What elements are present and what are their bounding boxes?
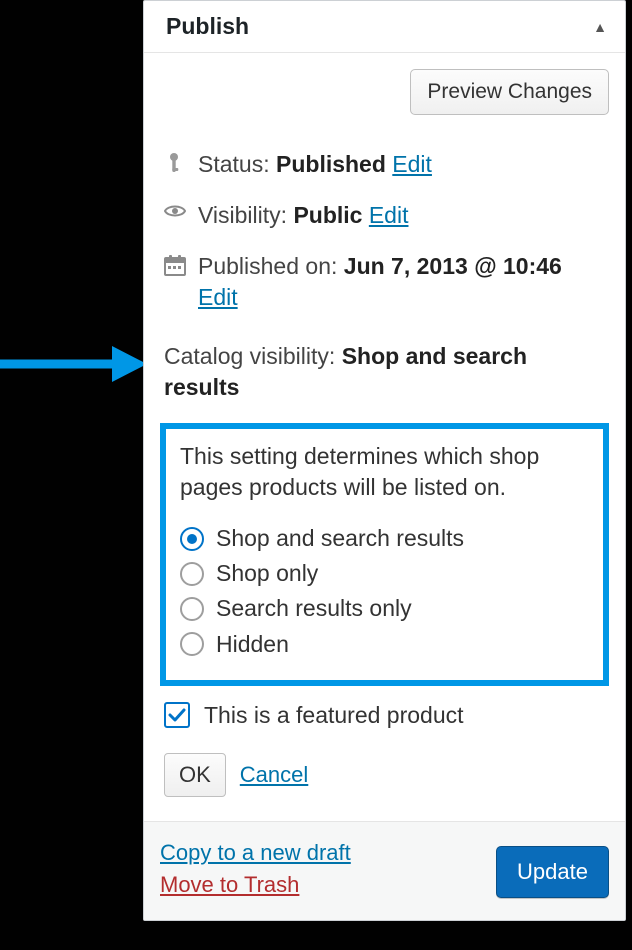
radio-search-only[interactable]: Search results only xyxy=(180,591,589,626)
callout-arrow xyxy=(0,344,147,384)
status-edit-link[interactable]: Edit xyxy=(392,151,432,177)
visibility-value: Public xyxy=(293,202,362,228)
publish-panel: Publish ▲ Preview Changes Status: Publis… xyxy=(143,0,626,921)
featured-product-row[interactable]: This is a featured product xyxy=(160,686,609,739)
radio-label: Search results only xyxy=(216,593,412,624)
radio-label: Hidden xyxy=(216,629,289,660)
published-edit-link[interactable]: Edit xyxy=(198,284,238,310)
visibility-label: Visibility: xyxy=(198,202,287,228)
key-icon xyxy=(164,152,186,174)
radio-icon xyxy=(180,562,204,586)
visibility-row: Visibility: Public Edit xyxy=(160,190,609,241)
featured-label: This is a featured product xyxy=(204,702,464,729)
panel-title: Publish xyxy=(166,13,249,40)
panel-header[interactable]: Publish ▲ xyxy=(144,1,625,53)
published-value: Jun 7, 2013 @ 10:46 xyxy=(344,253,562,279)
calendar-icon xyxy=(164,254,186,276)
published-row: Published on: Jun 7, 2013 @ 10:46 Edit xyxy=(160,241,609,323)
visibility-edit-link[interactable]: Edit xyxy=(369,202,409,228)
catalog-label: Catalog visibility: xyxy=(164,343,335,369)
checkbox-icon xyxy=(164,702,190,728)
status-value: Published xyxy=(276,151,386,177)
radio-icon xyxy=(180,527,204,551)
radio-shop-only[interactable]: Shop only xyxy=(180,556,589,591)
catalog-help-text: This setting determines which shop pages… xyxy=(180,441,589,503)
radio-hidden[interactable]: Hidden xyxy=(180,627,589,662)
radio-label: Shop and search results xyxy=(216,523,464,554)
radio-shop-and-search[interactable]: Shop and search results xyxy=(180,521,589,556)
published-label: Published on: xyxy=(198,253,337,279)
status-row: Status: Published Edit xyxy=(160,139,609,190)
update-button[interactable]: Update xyxy=(496,846,609,898)
preview-changes-button[interactable]: Preview Changes xyxy=(410,69,609,115)
move-to-trash-link[interactable]: Move to Trash xyxy=(160,872,351,898)
catalog-visibility-options: This setting determines which shop pages… xyxy=(160,423,609,685)
eye-icon xyxy=(164,203,186,219)
status-label: Status: xyxy=(198,151,270,177)
radio-label: Shop only xyxy=(216,558,318,589)
radio-icon xyxy=(180,597,204,621)
ok-button[interactable]: OK xyxy=(164,753,226,797)
panel-footer: Copy to a new draft Move to Trash Update xyxy=(144,821,625,920)
catalog-visibility-row: Catalog visibility: Shop and search resu… xyxy=(160,331,609,413)
cancel-link[interactable]: Cancel xyxy=(240,762,308,788)
radio-icon xyxy=(180,632,204,656)
collapse-toggle-icon[interactable]: ▲ xyxy=(593,19,607,35)
copy-to-new-draft-link[interactable]: Copy to a new draft xyxy=(160,840,351,866)
